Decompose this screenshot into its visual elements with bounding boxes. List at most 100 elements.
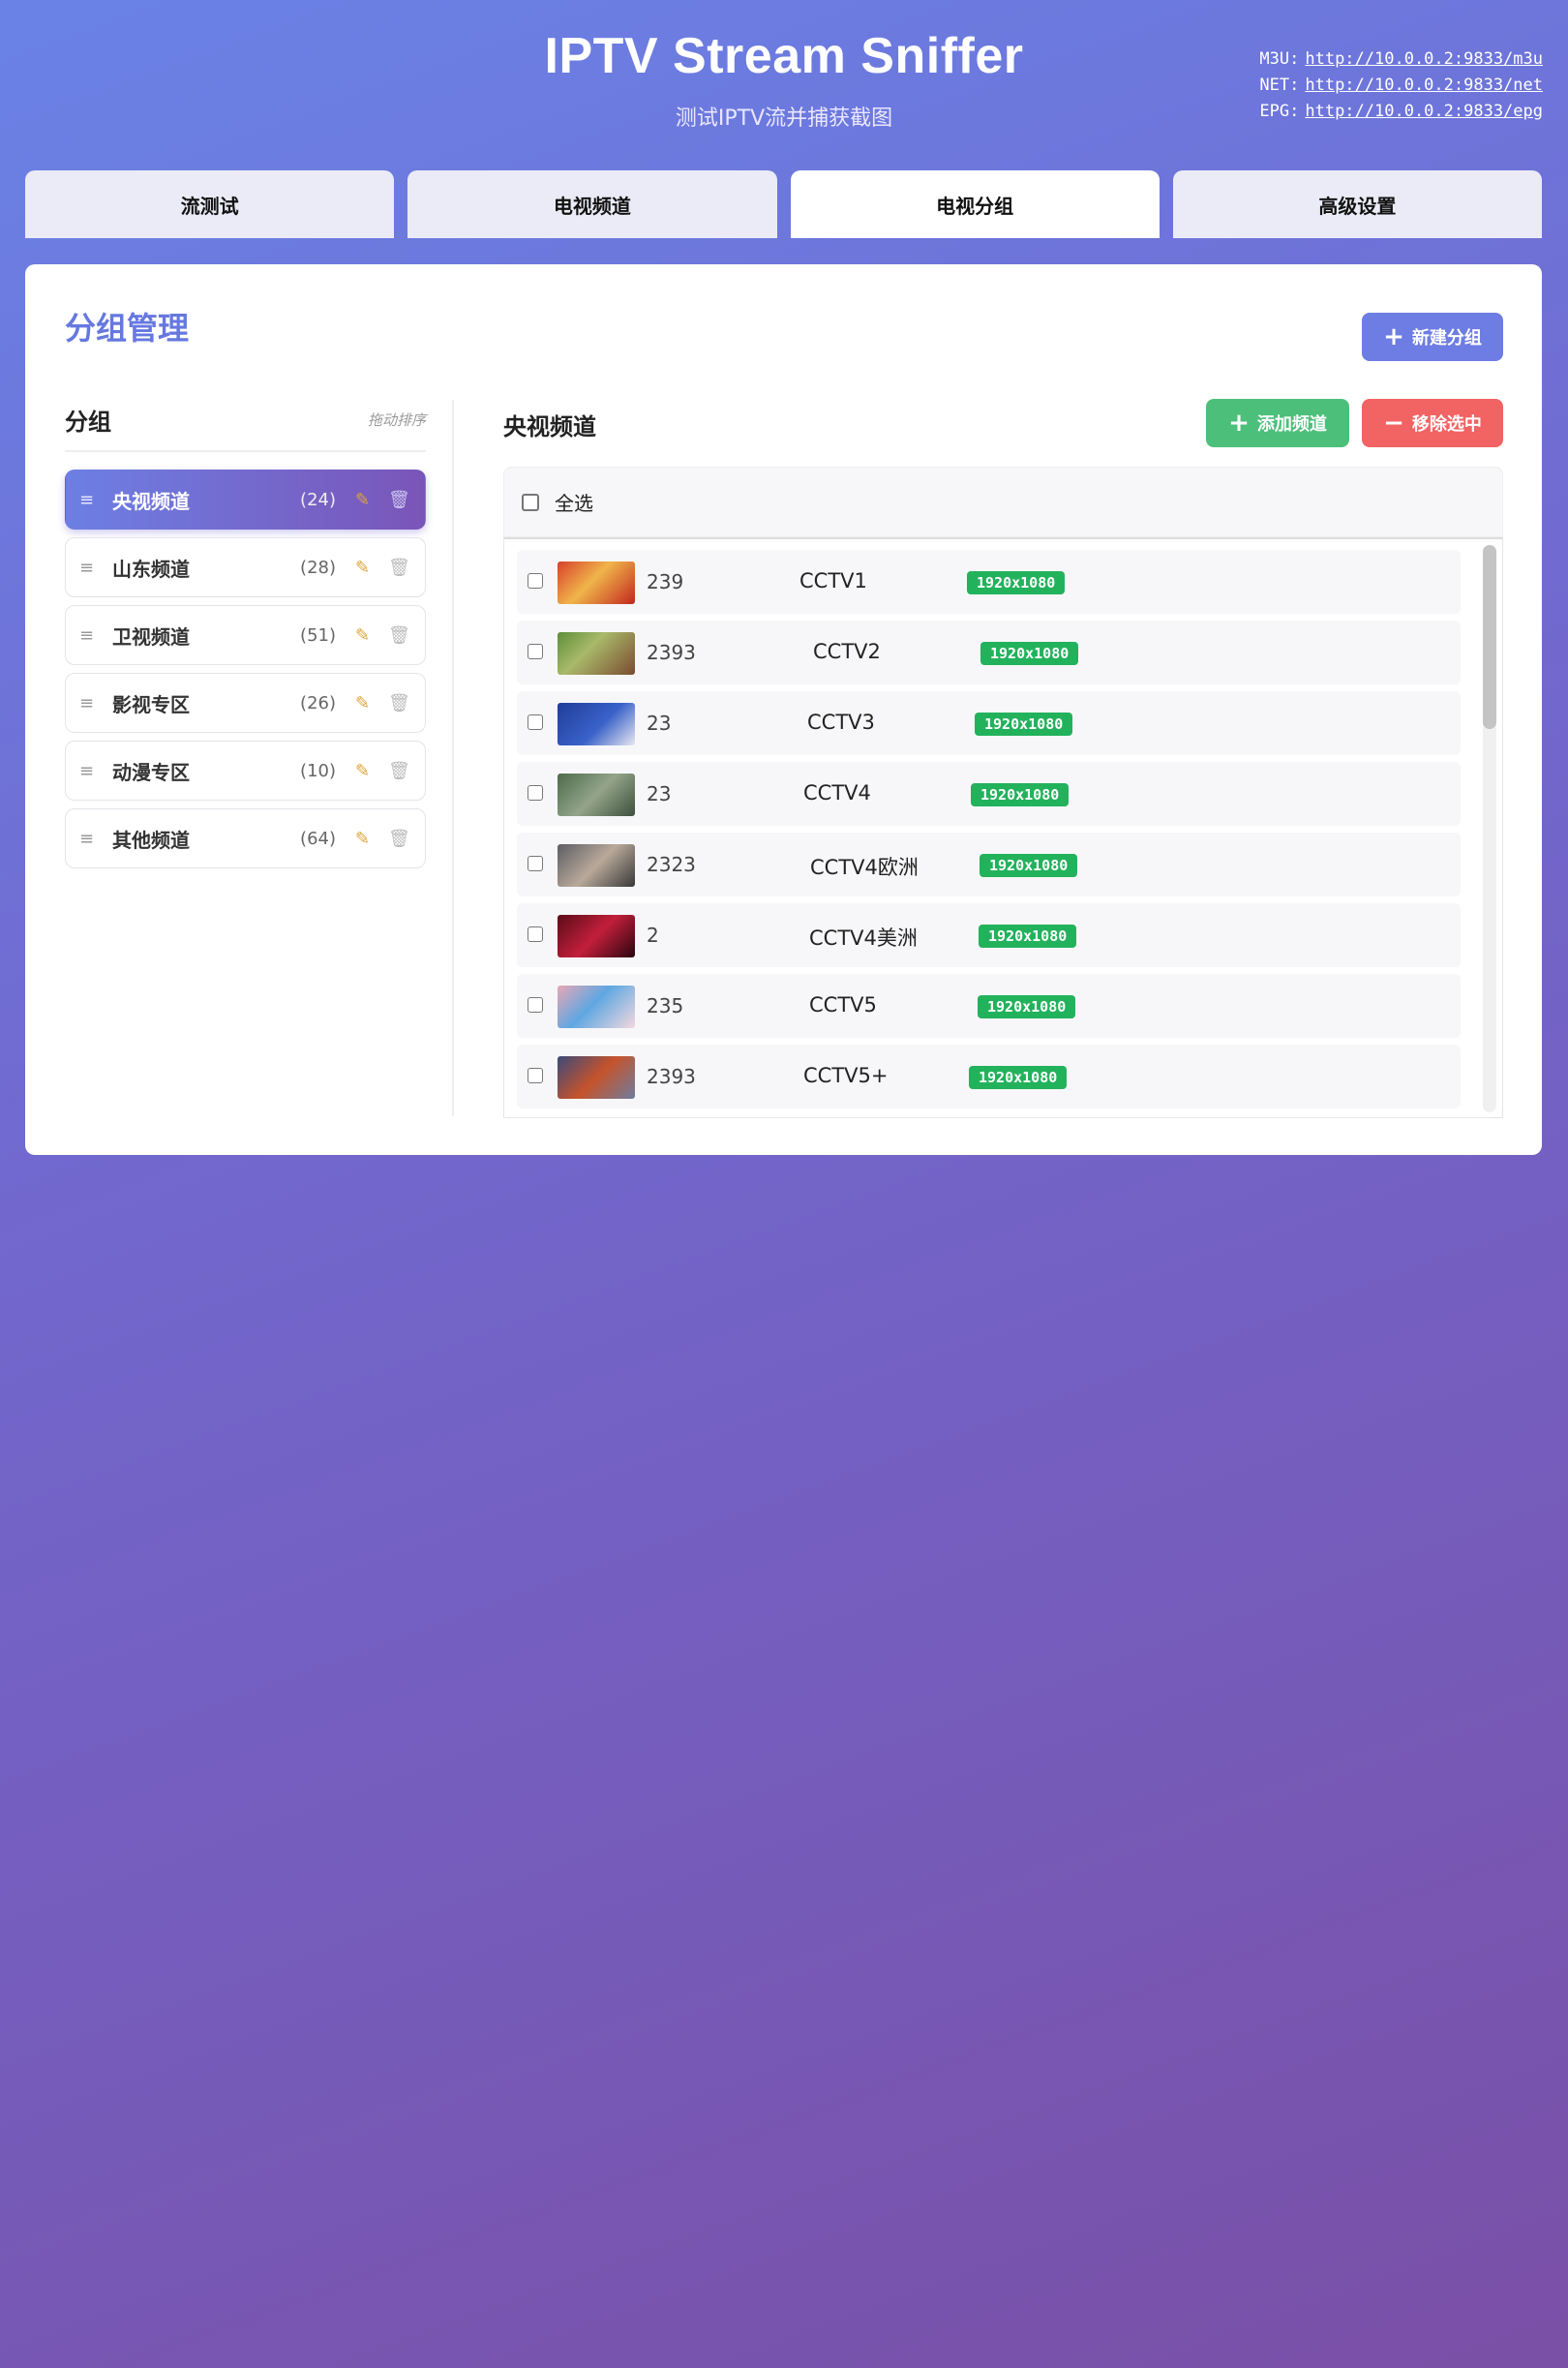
card-title: 分组管理 xyxy=(65,310,190,347)
channel-row[interactable]: 2393 CCTV5+ 1920x1080 xyxy=(517,1045,1461,1108)
list-scrollbar[interactable] xyxy=(1483,545,1496,1112)
drag-handle-icon[interactable]: ≡ xyxy=(79,761,112,781)
drag-handle-icon[interactable]: ≡ xyxy=(79,829,112,849)
tab-tv-channels[interactable]: 电视频道 xyxy=(407,170,777,238)
row-checkbox[interactable] xyxy=(528,714,543,730)
groups-panel-title: 分组 xyxy=(65,408,111,436)
group-item-anime[interactable]: ≡ 动漫专区 (10) ✎ 🗑 xyxy=(65,741,426,801)
channel-row[interactable]: 23 CCTV4 1920x1080 xyxy=(517,762,1461,826)
channel-id: 2393 xyxy=(647,1065,696,1088)
plus-icon: + xyxy=(1228,409,1250,438)
resolution-badge: 1920x1080 xyxy=(980,642,1079,665)
minus-icon: − xyxy=(1383,409,1404,438)
group-name: 动漫专区 xyxy=(112,760,190,784)
net-label: NET: xyxy=(1259,76,1300,95)
channel-name: CCTV1 xyxy=(799,569,867,592)
m3u-link[interactable]: http://10.0.0.2:9833/m3u xyxy=(1305,49,1543,69)
drag-handle-icon[interactable]: ≡ xyxy=(79,490,112,510)
row-checkbox[interactable] xyxy=(528,573,543,589)
group-item-shandong[interactable]: ≡ 山东频道 (28) ✎ 🗑 xyxy=(65,537,426,597)
trash-icon[interactable]: 🗑 xyxy=(388,558,411,578)
drag-handle-icon[interactable]: ≡ xyxy=(79,558,112,578)
trash-icon[interactable]: 🗑 xyxy=(388,829,411,849)
tab-tv-groups[interactable]: 电视分组 xyxy=(790,170,1160,238)
trash-icon[interactable]: 🗑 xyxy=(388,625,411,646)
trash-icon[interactable]: 🗑 xyxy=(388,761,411,781)
channel-name: CCTV3 xyxy=(807,711,875,734)
resolution-badge: 1920x1080 xyxy=(969,1066,1068,1089)
group-item-movies[interactable]: ≡ 影视专区 (26) ✎ 🗑 xyxy=(65,673,426,733)
channel-row[interactable]: 2 CCTV4美洲 1920x1080 xyxy=(517,903,1461,967)
channel-row[interactable]: 23 CCTV3 1920x1080 xyxy=(517,691,1461,755)
net-link[interactable]: http://10.0.0.2:9833/net xyxy=(1305,76,1543,95)
channel-thumbnail xyxy=(558,844,635,887)
row-checkbox[interactable] xyxy=(528,926,543,942)
channel-name: CCTV5 xyxy=(809,993,877,1017)
group-count: (64) xyxy=(300,828,336,849)
trash-icon[interactable]: 🗑 xyxy=(388,490,411,510)
channel-thumbnail xyxy=(558,774,635,816)
group-item-other[interactable]: ≡ 其他频道 (64) ✎ 🗑 xyxy=(65,808,426,868)
row-checkbox[interactable] xyxy=(528,856,543,871)
panel-divider xyxy=(452,400,454,1116)
channel-id: 23 xyxy=(647,712,672,735)
row-checkbox[interactable] xyxy=(528,785,543,801)
tab-stream-test[interactable]: 流测试 xyxy=(25,170,395,238)
group-item-satellite[interactable]: ≡ 卫视频道 (51) ✎ 🗑 xyxy=(65,605,426,665)
group-name: 央视频道 xyxy=(112,489,190,513)
main-tabs: 流测试 电视频道 电视分组 高级设置 xyxy=(25,170,1542,238)
row-checkbox[interactable] xyxy=(528,644,543,659)
group-count: (24) xyxy=(300,489,336,510)
channel-name: CCTV2 xyxy=(813,640,881,663)
pencil-icon[interactable]: ✎ xyxy=(355,558,388,578)
groups-panel: 分组 拖动排序 ≡ 央视频道 (24) ✎ 🗑 ≡ 山东频道 (28) ✎ 🗑 … xyxy=(65,400,426,876)
channel-row[interactable]: 235 CCTV5 1920x1080 xyxy=(517,974,1461,1038)
drag-handle-icon[interactable]: ≡ xyxy=(79,625,112,646)
group-count: (28) xyxy=(300,557,336,578)
app-header: IPTV Stream Sniffer 测试IPTV流并捕获截图 M3U: htt… xyxy=(0,0,1568,165)
channel-row[interactable]: 2323 CCTV4欧洲 1920x1080 xyxy=(517,833,1461,896)
pencil-icon[interactable]: ✎ xyxy=(355,761,388,781)
epg-link[interactable]: http://10.0.0.2:9833/epg xyxy=(1305,102,1543,121)
channel-id: 239 xyxy=(647,570,684,593)
drag-sort-hint: 拖动排序 xyxy=(367,410,426,429)
channel-thumbnail xyxy=(558,703,635,745)
drag-handle-icon[interactable]: ≡ xyxy=(79,693,112,713)
tab-advanced-settings[interactable]: 高级设置 xyxy=(1172,170,1542,238)
select-all-checkbox[interactable] xyxy=(522,493,539,511)
trash-icon[interactable]: 🗑 xyxy=(388,693,411,713)
pencil-icon[interactable]: ✎ xyxy=(355,625,388,646)
channel-id: 235 xyxy=(647,994,684,1017)
channel-name: CCTV4欧洲 xyxy=(810,856,919,879)
channel-name: CCTV5+ xyxy=(803,1064,889,1087)
channel-thumbnail xyxy=(558,562,635,604)
group-count: (10) xyxy=(300,760,336,781)
group-name: 山东频道 xyxy=(112,557,190,581)
resolution-badge: 1920x1080 xyxy=(971,783,1070,806)
channel-id: 2 xyxy=(647,924,659,947)
select-all-bar: 全选 xyxy=(503,467,1503,537)
remove-selected-label: 移除选中 xyxy=(1411,414,1482,435)
epg-label: EPG: xyxy=(1259,102,1300,121)
channel-row[interactable]: 239 CCTV1 1920x1080 xyxy=(517,550,1461,614)
channel-row[interactable]: 2393 CCTV2 1920x1080 xyxy=(517,621,1461,684)
m3u-url-row: M3U: http://10.0.0.2:9833/m3u xyxy=(1259,46,1543,73)
remove-selected-button[interactable]: − 移除选中 xyxy=(1362,399,1503,447)
epg-url-row: EPG: http://10.0.0.2:9833/epg xyxy=(1259,99,1543,125)
channel-thumbnail xyxy=(558,632,635,675)
pencil-icon[interactable]: ✎ xyxy=(355,829,388,849)
group-item-cctv[interactable]: ≡ 央视频道 (24) ✎ 🗑 xyxy=(65,470,426,530)
channel-name: CCTV4 xyxy=(803,781,871,805)
group-management-card: 分组管理 + 新建分组 分组 拖动排序 ≡ 央视频道 (24) ✎ 🗑 ≡ 山东… xyxy=(25,264,1542,1155)
add-channel-button[interactable]: + 添加频道 xyxy=(1206,399,1349,447)
scrollbar-thumb[interactable] xyxy=(1483,545,1496,729)
row-checkbox[interactable] xyxy=(528,1068,543,1083)
resolution-badge: 1920x1080 xyxy=(979,925,1077,948)
channel-list: 239 CCTV1 1920x1080 2393 CCTV2 1920x1080… xyxy=(503,537,1503,1118)
channel-thumbnail xyxy=(558,986,635,1028)
row-checkbox[interactable] xyxy=(528,997,543,1013)
new-group-button[interactable]: + 新建分组 xyxy=(1362,313,1503,361)
pencil-icon[interactable]: ✎ xyxy=(355,693,388,713)
pencil-icon[interactable]: ✎ xyxy=(355,490,388,510)
channel-thumbnail xyxy=(558,1056,635,1099)
